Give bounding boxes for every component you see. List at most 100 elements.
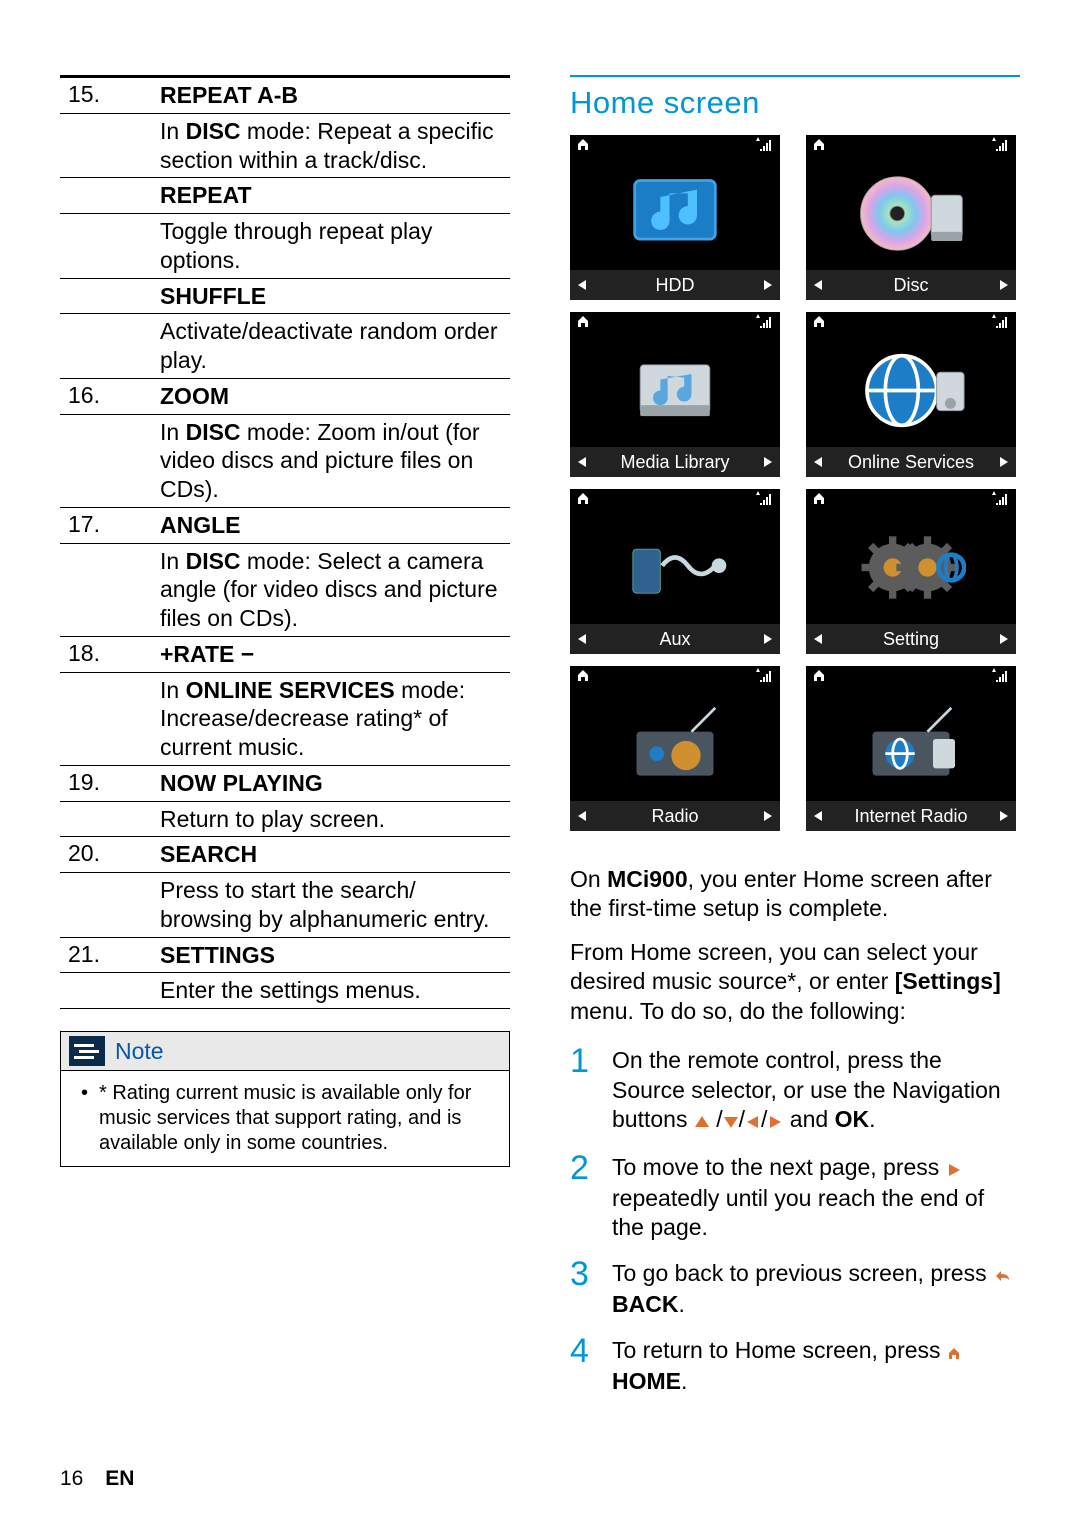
- signal-icon: [756, 314, 774, 334]
- tile-aux: Aux: [570, 489, 780, 654]
- tile-label: Internet Radio: [824, 806, 998, 827]
- signal-icon: [756, 668, 774, 688]
- paragraph-1: On MCi900, you enter Home screen after t…: [570, 865, 1020, 924]
- tile-arrow-right-icon: [762, 275, 774, 296]
- signal-icon: [756, 137, 774, 157]
- tile-arrow-right-icon: [762, 452, 774, 473]
- row-desc: Enter the settings menus.: [160, 973, 510, 1008]
- tile-arrow-right-icon: [998, 275, 1010, 296]
- tile-media-library: Media Library: [570, 312, 780, 477]
- row-title: REPEAT A-B: [160, 78, 510, 113]
- table-row-desc: Return to play screen.: [60, 802, 510, 838]
- left-column: 15.REPEAT A-BIn DISC mode: Repeat a spec…: [60, 75, 510, 1407]
- tile-arrow-right-icon: [762, 806, 774, 827]
- tile-arrow-left-icon: [576, 275, 588, 296]
- row-number: [60, 178, 160, 213]
- home-screen-tiles: HDDDiscMedia LibraryOnline ServicesAuxSe…: [570, 135, 1020, 831]
- row-number: 18.: [60, 637, 160, 672]
- page-number: 16: [60, 1467, 83, 1490]
- step-text: To return to Home screen, press HOME.: [612, 1330, 1020, 1397]
- row-number: 19.: [60, 766, 160, 801]
- table-row-header: 19.NOW PLAYING: [60, 766, 510, 802]
- tile-label: Media Library: [588, 452, 762, 473]
- tile-arrow-left-icon: [812, 806, 824, 827]
- step-text: To go back to previous screen, press BAC…: [612, 1253, 1020, 1320]
- tile-arrow-left-icon: [576, 806, 588, 827]
- tile-disc: Disc: [806, 135, 1016, 300]
- Online Services-icon: [856, 343, 966, 438]
- table-row-desc: In DISC mode: Repeat a specific section …: [60, 114, 510, 179]
- step-item: 3To go back to previous screen, press BA…: [570, 1253, 1020, 1320]
- nav-right-icon: [946, 1155, 962, 1184]
- step-number: 1: [570, 1040, 598, 1136]
- row-number: 17.: [60, 508, 160, 543]
- nav-up-icon: [694, 1107, 710, 1136]
- row-number: 20.: [60, 837, 160, 872]
- Aux-icon: [620, 520, 730, 615]
- page-footer: 16 EN: [60, 1467, 134, 1491]
- note-heading: Note: [115, 1038, 164, 1065]
- row-desc: In ONLINE SERVICES mode: Increase/decrea…: [160, 673, 510, 765]
- note-icon: [69, 1036, 105, 1066]
- step-item: 4To return to Home screen, press HOME.: [570, 1330, 1020, 1397]
- tile-radio: Radio: [570, 666, 780, 831]
- step-number: 2: [570, 1147, 598, 1243]
- row-title: SHUFFLE: [160, 279, 510, 314]
- home-icon: [576, 668, 590, 688]
- tile-arrow-right-icon: [998, 629, 1010, 650]
- home-icon: [576, 137, 590, 157]
- table-row-header: 21.SETTINGS: [60, 938, 510, 974]
- table-row-header: 15.REPEAT A-B: [60, 78, 510, 114]
- row-title: SETTINGS: [160, 938, 510, 973]
- table-row-header: SHUFFLE: [60, 279, 510, 315]
- row-desc: Return to play screen.: [160, 802, 510, 837]
- table-row-header: 20.SEARCH: [60, 837, 510, 873]
- row-title: NOW PLAYING: [160, 766, 510, 801]
- Disc-icon: [856, 166, 966, 261]
- table-row-header: 16.ZOOM: [60, 379, 510, 415]
- tile-label: Aux: [588, 629, 762, 650]
- row-number: [60, 279, 160, 314]
- row-desc: Press to start the search/ browsing by a…: [160, 873, 510, 937]
- step-number: 4: [570, 1330, 598, 1397]
- home-icon: [812, 137, 826, 157]
- note-text: * Rating current music is available only…: [99, 1081, 495, 1156]
- table-row-header: 18.+RATE −: [60, 637, 510, 673]
- note-box: Note • * Rating current music is availab…: [60, 1031, 510, 1167]
- row-desc: In DISC mode: Zoom in/out (for video dis…: [160, 415, 510, 507]
- table-row-header: 17.ANGLE: [60, 508, 510, 544]
- section-heading: Home screen: [570, 75, 1020, 121]
- back-icon: [993, 1261, 1013, 1290]
- home-icon: [812, 491, 826, 511]
- row-desc: In DISC mode: Repeat a specific section …: [160, 114, 510, 178]
- signal-icon: [756, 491, 774, 511]
- table-row-desc: Enter the settings menus.: [60, 973, 510, 1009]
- tile-arrow-right-icon: [998, 806, 1010, 827]
- row-number: 15.: [60, 78, 160, 113]
- nav-left-icon: [745, 1107, 761, 1136]
- tile-arrow-left-icon: [812, 275, 824, 296]
- step-item: 2To move to the next page, press repeate…: [570, 1147, 1020, 1243]
- row-number: 16.: [60, 379, 160, 414]
- page-lang: EN: [105, 1467, 134, 1490]
- tile-arrow-left-icon: [812, 629, 824, 650]
- row-title: ANGLE: [160, 508, 510, 543]
- tile-arrow-left-icon: [576, 629, 588, 650]
- signal-icon: [992, 137, 1010, 157]
- tile-online-services: Online Services: [806, 312, 1016, 477]
- tile-arrow-right-icon: [762, 629, 774, 650]
- table-row-desc: In DISC mode: Zoom in/out (for video dis…: [60, 415, 510, 508]
- tile-label: Online Services: [824, 452, 998, 473]
- table-row-header: REPEAT: [60, 178, 510, 214]
- tile-label: Radio: [588, 806, 762, 827]
- note-bullet: •: [81, 1081, 91, 1156]
- tile-label: Disc: [824, 275, 998, 296]
- home-icon: [576, 314, 590, 334]
- paragraph-2: From Home screen, you can select your de…: [570, 938, 1020, 1026]
- function-table: 15.REPEAT A-BIn DISC mode: Repeat a spec…: [60, 75, 510, 1009]
- home-icon: [576, 491, 590, 511]
- table-row-desc: In ONLINE SERVICES mode: Increase/decrea…: [60, 673, 510, 766]
- row-title: REPEAT: [160, 178, 510, 213]
- row-number: 21.: [60, 938, 160, 973]
- table-row-desc: In DISC mode: Select a camera angle (for…: [60, 544, 510, 637]
